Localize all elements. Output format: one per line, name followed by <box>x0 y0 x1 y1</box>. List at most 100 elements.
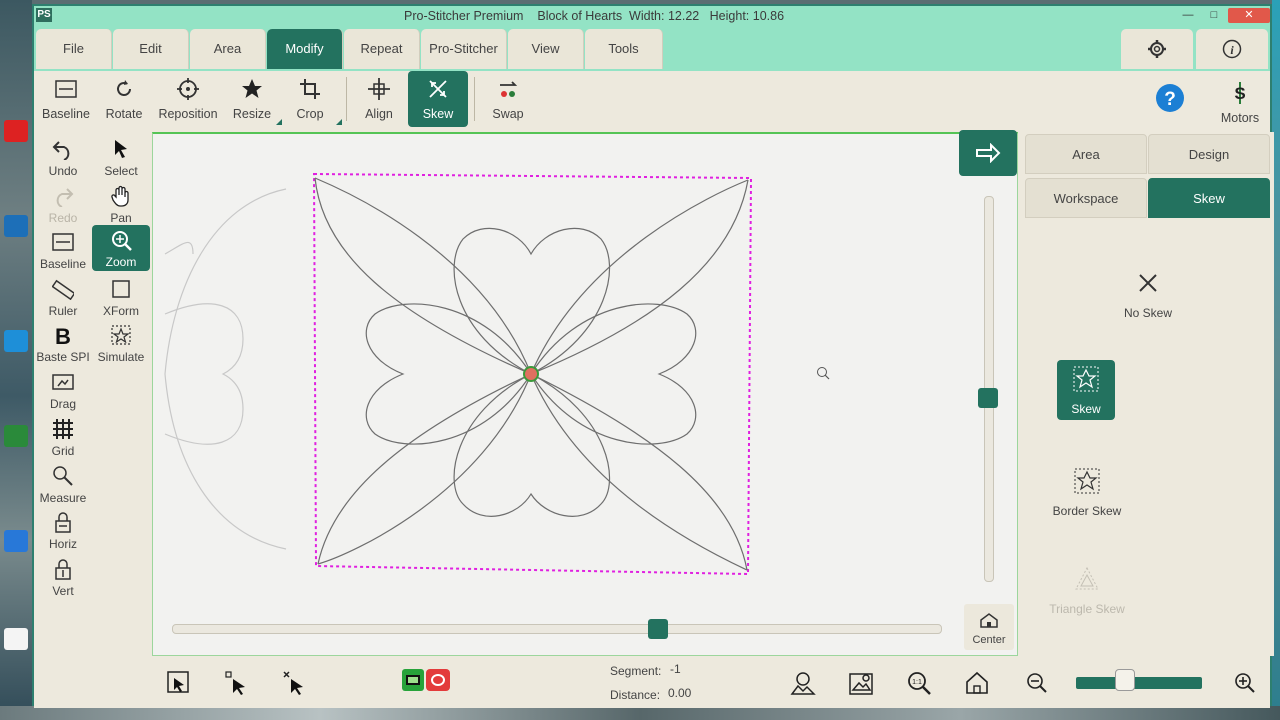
pan-label: Pan <box>110 211 132 225</box>
lock-icon <box>55 559 71 580</box>
triangle-skew-label: Triangle Skew <box>1049 602 1125 616</box>
design-canvas[interactable] <box>152 132 1018 656</box>
right-tab-workspace[interactable]: Workspace <box>1025 178 1147 218</box>
desktop-app-icon[interactable] <box>4 530 28 552</box>
menu-tab-file[interactable]: File <box>36 29 112 69</box>
center-label: Center <box>972 634 1006 646</box>
desktop-app-icon[interactable] <box>4 628 28 650</box>
info-button[interactable]: i <box>1196 29 1268 69</box>
distance-value: 0.00 <box>668 686 692 700</box>
xform-tool[interactable]: XForm <box>92 274 150 320</box>
app-logo: PS <box>36 8 52 22</box>
select-box-icon[interactable] <box>166 670 192 696</box>
zoom-fit-icon[interactable]: 1:1 <box>906 670 932 696</box>
baseline-side-tool[interactable]: Baseline <box>34 227 92 273</box>
svg-text:1:1: 1:1 <box>912 679 922 686</box>
select-label: Select <box>104 164 138 178</box>
crop-tool[interactable]: Crop <box>282 71 342 127</box>
measure-icon <box>53 466 73 486</box>
right-tab-skew[interactable]: Skew <box>1148 178 1270 218</box>
select-point-icon[interactable] <box>224 670 250 696</box>
baseline-icon <box>52 233 74 251</box>
crosshair-icon <box>177 78 199 100</box>
menu-tab-edit[interactable]: Edit <box>113 29 189 69</box>
menu-tab-area[interactable]: Area <box>190 29 266 69</box>
zoom-in-icon[interactable] <box>1232 670 1258 696</box>
border-skew-option[interactable]: Border Skew <box>1027 462 1147 522</box>
star-icon <box>242 79 262 98</box>
svg-text:B: B <box>55 324 71 346</box>
next-panel-button[interactable] <box>959 130 1017 176</box>
window-title: Pro-Stitcher Premium Block of Hearts Wid… <box>404 9 785 23</box>
zoom-tool[interactable]: Zoom <box>92 225 150 271</box>
help-button[interactable]: ? <box>1142 71 1198 127</box>
horiz-label: Horiz <box>48 537 77 551</box>
right-tab-area[interactable]: Area <box>1025 134 1147 174</box>
swap-tool-label: Swap <box>492 107 524 121</box>
desktop-app-icon[interactable] <box>4 215 28 237</box>
redo-tool[interactable]: Redo <box>34 181 92 227</box>
skew-option[interactable]: Skew <box>1057 360 1115 420</box>
drag-icon <box>52 374 74 390</box>
zoom-image-icon[interactable] <box>848 670 874 696</box>
zoom-design-icon[interactable] <box>790 670 816 696</box>
maximize-button[interactable]: □ <box>1202 8 1226 23</box>
vert-lock-tool[interactable]: Vert <box>34 554 92 600</box>
right-tab-design[interactable]: Design <box>1148 134 1270 174</box>
minimize-button[interactable]: — <box>1176 8 1200 23</box>
info-icon: i <box>1222 39 1242 59</box>
menu-tab-pro-stitcher[interactable]: Pro-Stitcher <box>421 29 507 69</box>
horizontal-slider-thumb[interactable] <box>648 619 668 639</box>
vertical-slider-thumb[interactable] <box>978 388 998 408</box>
undo-tool[interactable]: Undo <box>34 134 92 180</box>
menu-tab-view[interactable]: View <box>508 29 584 69</box>
segment-value: -1 <box>670 662 681 676</box>
help-icon: ? <box>1156 84 1184 112</box>
menu-tab-tools[interactable]: Tools <box>585 29 663 69</box>
desktop-app-icon[interactable] <box>4 120 28 142</box>
stitch-mode-red-icon[interactable] <box>426 669 450 691</box>
distance-label: Distance: <box>610 688 661 702</box>
align-icon <box>368 78 390 100</box>
pan-tool[interactable]: Pan <box>92 181 150 227</box>
drag-label: Drag <box>49 397 76 411</box>
simulate-tool[interactable]: Simulate <box>92 320 150 366</box>
close-button[interactable]: ✕ <box>1228 8 1270 23</box>
triangle-skew-option[interactable]: Triangle Skew <box>1027 560 1147 620</box>
home-view-icon[interactable] <box>964 670 990 696</box>
baste-spi-tool[interactable]: B Baste SPI <box>34 320 92 366</box>
skew-tool[interactable]: Skew <box>408 71 468 127</box>
swap-tool[interactable]: Swap <box>480 71 536 127</box>
motors-label: Motors <box>1220 111 1260 125</box>
select-tool[interactable]: Select <box>92 134 150 180</box>
deselect-icon[interactable] <box>282 670 308 696</box>
center-button[interactable]: Center <box>964 604 1014 650</box>
drag-tool[interactable]: Drag <box>34 367 92 413</box>
zoom-out-icon[interactable] <box>1024 670 1050 696</box>
app-window: PS Pro-Stitcher Premium Block of Hearts … <box>32 4 1274 708</box>
settings-button[interactable] <box>1121 29 1193 69</box>
desktop-app-icon[interactable] <box>4 330 28 352</box>
stitch-mode-green-icon[interactable] <box>402 669 424 691</box>
grid-tool[interactable]: Grid <box>34 414 92 460</box>
no-skew-option[interactable]: No Skew <box>1088 264 1208 324</box>
horiz-lock-tool[interactable]: Horiz <box>34 507 92 553</box>
zoom-icon <box>112 231 132 251</box>
menu-tab-repeat[interactable]: Repeat <box>344 29 420 69</box>
menu-tab-modify[interactable]: Modify <box>267 29 343 69</box>
skew-option-label: Skew <box>1071 402 1101 416</box>
desktop-app-icon[interactable] <box>4 425 28 447</box>
measure-tool[interactable]: Measure <box>34 461 92 507</box>
ruler-tool[interactable]: Ruler <box>34 274 92 320</box>
ruler-icon <box>52 279 74 300</box>
triangle-skew-icon <box>1075 566 1099 590</box>
horizontal-slider[interactable] <box>172 624 942 634</box>
border-skew-icon <box>1074 468 1100 494</box>
zoom-level-slider[interactable] <box>1076 677 1202 689</box>
zoom-cursor-icon <box>817 367 830 380</box>
zoom-slider-thumb[interactable] <box>1115 669 1135 691</box>
reposition-tool[interactable]: Reposition <box>158 71 218 127</box>
xform-label: XForm <box>103 304 139 318</box>
motors-button[interactable]: S Motors <box>1210 71 1270 127</box>
rotate-tool[interactable]: Rotate <box>96 71 152 127</box>
